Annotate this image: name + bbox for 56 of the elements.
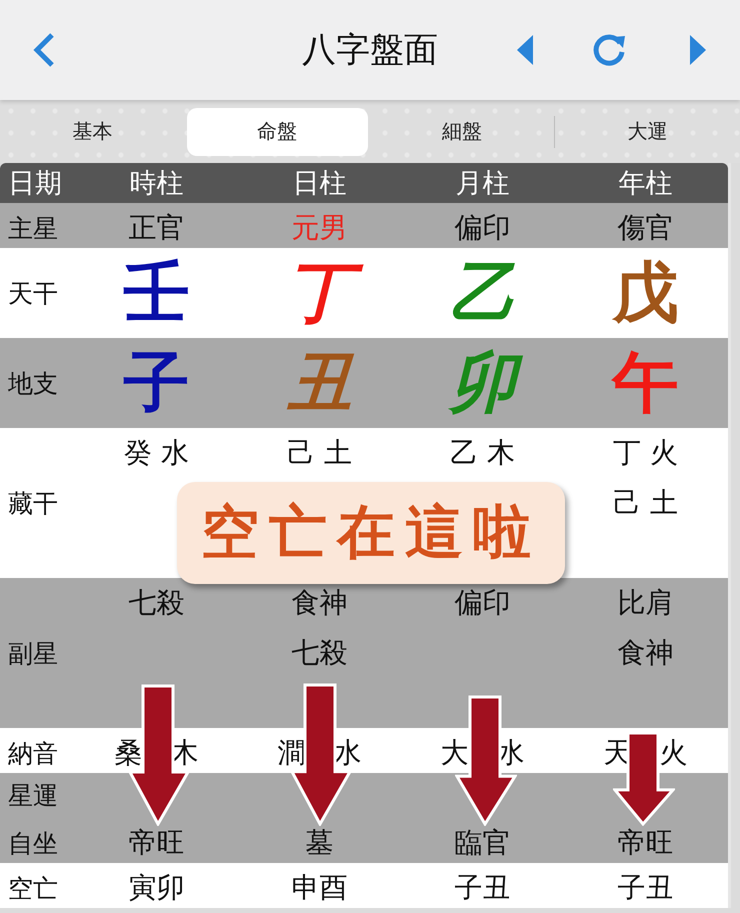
back-icon <box>32 32 56 68</box>
row-label: 地支 <box>7 368 58 398</box>
table-cell-text: 澗 水 <box>278 735 362 771</box>
column-header: 日柱 <box>292 167 348 201</box>
row-label: 主星 <box>7 214 58 242</box>
left-triangle-icon <box>517 35 533 65</box>
table-cell-text: 元男 <box>292 210 348 246</box>
table-cell-text: 食神 <box>618 635 674 671</box>
table-cell-text: 正官 <box>128 210 184 246</box>
table-cell-text: 申酉 <box>292 870 348 906</box>
column-header: 月柱 <box>454 167 510 201</box>
table-cell-text: 己 土 <box>613 485 678 521</box>
refresh-icon <box>591 32 627 68</box>
table-cell-text: 己 土 <box>287 435 352 471</box>
table-cell-text: 偏印 <box>454 585 510 621</box>
table-cell-text: 比肩 <box>618 585 674 621</box>
table-cell-text: 食神 <box>292 585 348 621</box>
table-cell-text: 帝旺 <box>128 825 184 861</box>
table-cell-text: 偏印 <box>454 210 510 246</box>
table-cell-text: 七殺 <box>292 635 348 671</box>
row-label: 副星 <box>7 638 58 668</box>
table-cell-text: 丁 火 <box>613 435 678 471</box>
glyph-text: 乙 <box>448 256 516 330</box>
table-cell-text: 臨官 <box>454 825 510 861</box>
table-cell-text: 七殺 <box>128 585 184 621</box>
table-cell-text: 寅卯 <box>128 870 184 906</box>
row-label: 納音 <box>7 738 58 768</box>
tab[interactable]: 大運 <box>557 108 738 156</box>
row-label: 自坐 <box>7 828 58 858</box>
row-label: 空亡 <box>7 874 58 902</box>
row-label: 星運 <box>7 781 58 810</box>
tab[interactable]: 命盤 <box>186 108 368 156</box>
row-label: 天干 <box>7 278 58 308</box>
table-cell-text: 子丑 <box>454 870 510 906</box>
table-cell-text: 癸 水 <box>124 435 189 471</box>
glyph-text: 壬 <box>122 256 190 330</box>
callout-label: 空亡在這啦 <box>177 482 565 584</box>
table-cell-text: 墓 <box>306 825 334 861</box>
glyph-text: 午 <box>610 346 680 420</box>
table-cell-text: 子丑 <box>618 870 674 906</box>
glyph-text: 卯 <box>440 346 524 420</box>
row-label: 藏干 <box>7 488 58 518</box>
column-header: 時柱 <box>128 167 184 201</box>
column-header: 日期 <box>7 167 63 201</box>
tab[interactable]: 基本 <box>2 108 183 156</box>
table-cell-text: 帝旺 <box>618 825 674 861</box>
glyph-text: 丁 <box>278 256 362 330</box>
tab[interactable]: 細盤 <box>372 108 552 156</box>
page-title: 八字盤面 <box>302 30 438 70</box>
glyph-text: 戊 <box>611 256 680 330</box>
right-triangle-icon <box>690 35 706 65</box>
glyph-text: 子 <box>122 346 190 420</box>
table-cell-text: 乙 木 <box>450 435 515 471</box>
glyph-text: 丑 <box>286 346 356 420</box>
table-cell-text: 傷官 <box>618 210 674 246</box>
column-header: 年柱 <box>618 167 674 201</box>
